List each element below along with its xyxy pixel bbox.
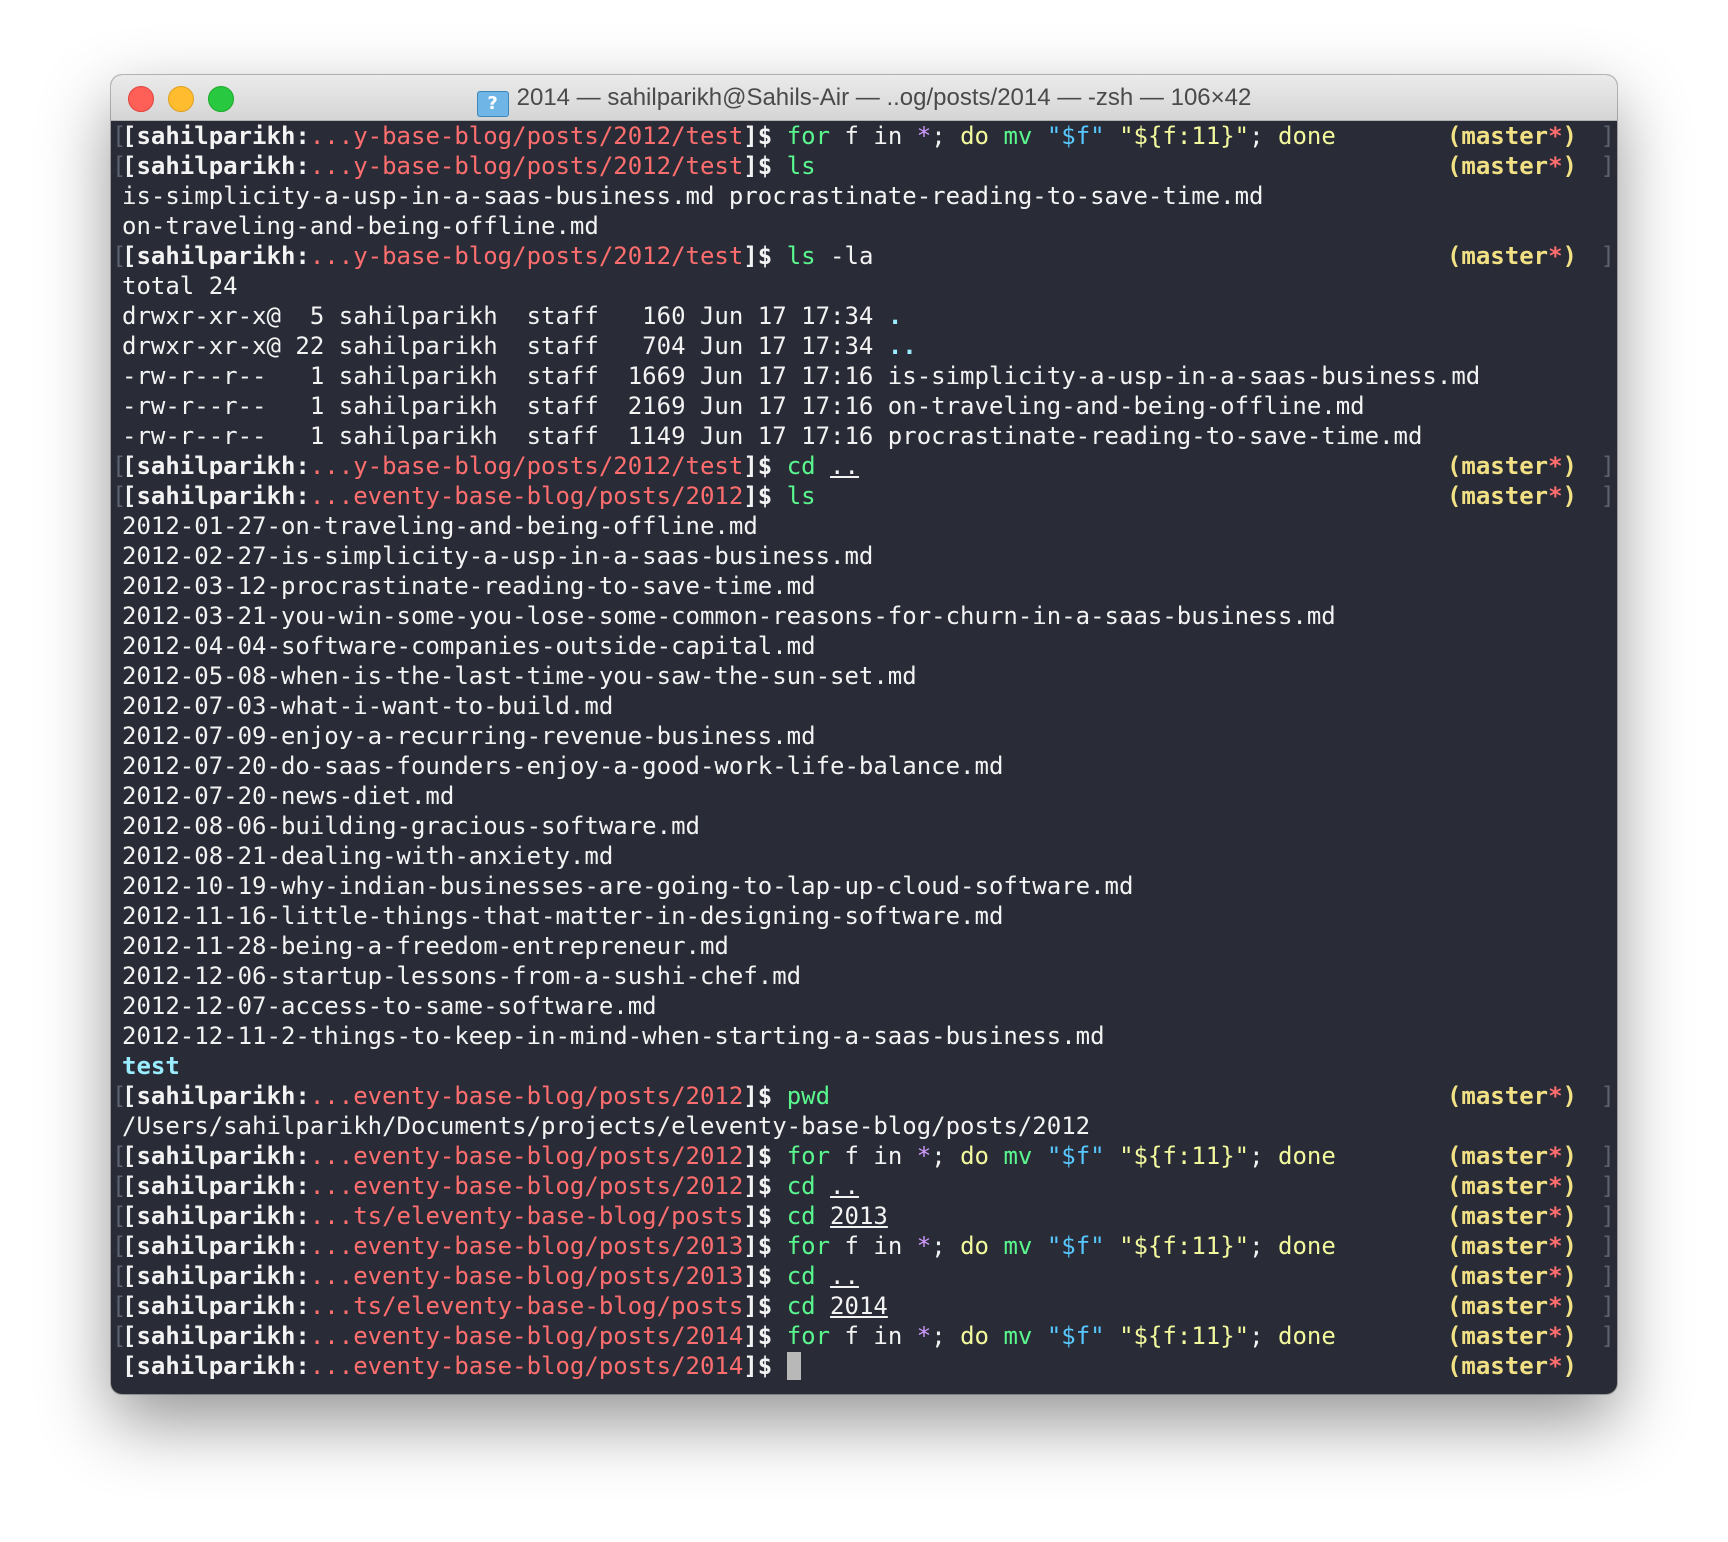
output-line: on-traveling-and-being-offline.md: [122, 212, 599, 240]
prompt-line: [ [sahilparikh:...y-base-blog/posts/2012…: [112, 152, 1615, 180]
file-line: 2012-10-19-why-indian-businesses-are-goi…: [122, 872, 1134, 900]
file-line: 2012-11-28-being-a-freedom-entrepreneur.…: [122, 932, 729, 960]
folder-icon: ?: [476, 91, 509, 117]
prompt-line: [ [sahilparikh:...eventy-base-blog/posts…: [112, 1232, 1615, 1260]
file-line: 2012-12-07-access-to-same-software.md: [122, 992, 657, 1020]
bracket-right: ]: [1600, 122, 1615, 150]
prompt-line: [ [sahilparikh:...eventy-base-blog/posts…: [112, 1082, 1615, 1110]
prompt-line: [ [sahilparikh:...ts/eleventy-base-blog/…: [112, 1292, 1615, 1320]
file-line: 2012-05-08-when-is-the-last-time-you-saw…: [122, 662, 917, 690]
git-status: (master*): [1446, 1322, 1577, 1350]
file-line: 2012-07-20-do-saas-founders-enjoy-a-good…: [122, 752, 1004, 780]
file-line: 2012-02-27-is-simplicity-a-usp-in-a-saas…: [122, 542, 874, 570]
file-line: 2012-08-21-dealing-with-anxiety.md: [122, 842, 614, 870]
current-prompt-line[interactable]: [sahilparikh:...eventy-base-blog/posts/2…: [111, 1351, 1617, 1381]
git-status: (master*): [1446, 1232, 1577, 1260]
directory-line: test: [122, 1052, 180, 1080]
prompt-line: [ [sahilparikh:...y-base-blog/posts/2012…: [112, 452, 1615, 480]
output-line: drwxr-xr-x@ 5 sahilparikh staff 160 Jun …: [122, 302, 903, 330]
file-line: 2012-01-27-on-traveling-and-being-offlin…: [122, 512, 758, 540]
file-line: 2012-07-20-news-diet.md: [122, 782, 455, 810]
window-title-text: 2014 — sahilparikh@Sahils-Air — ..og/pos…: [516, 84, 1252, 111]
git-status: (master*): [1446, 1292, 1577, 1320]
prompt-line: [ [sahilparikh:...eventy-base-blog/posts…: [112, 1322, 1615, 1350]
prompt-line: [ [sahilparikh:...eventy-base-blog/posts…: [112, 1262, 1615, 1290]
file-line: 2012-04-04-software-companies-outside-ca…: [122, 632, 816, 660]
terminal-content[interactable]: [ [sahilparikh:...y-base-blog/posts/2012…: [111, 121, 1617, 1394]
git-status: (master*): [1446, 242, 1577, 270]
text-cursor: [786, 1352, 801, 1380]
window-title: ? 2014 — sahilparikh@Sahils-Air — ..og/po…: [111, 75, 1617, 120]
output-line: /Users/sahilparikh/Documents/projects/el…: [122, 1112, 1091, 1140]
file-line: 2012-08-06-building-gracious-software.md: [122, 812, 700, 840]
title-bar[interactable]: ? 2014 — sahilparikh@Sahils-Air — ..og/po…: [111, 75, 1617, 121]
file-line: 2012-03-21-you-win-some-you-lose-some-co…: [122, 602, 1336, 630]
git-status: (master*): [1446, 1202, 1577, 1230]
file-line: 2012-11-16-little-things-that-matter-in-…: [122, 902, 1004, 930]
prompt-line: [ [sahilparikh:...eventy-base-blog/posts…: [112, 1172, 1615, 1200]
file-line: 2012-07-09-enjoy-a-recurring-revenue-bus…: [122, 722, 816, 750]
terminal-window: ? 2014 — sahilparikh@Sahils-Air — ..og/po…: [111, 75, 1617, 1394]
git-status: (master*): [1446, 1262, 1577, 1290]
file-line: 2012-12-06-startup-lessons-from-a-sushi-…: [122, 962, 802, 990]
output-line: -rw-r--r-- 1 sahilparikh staff 1149 Jun …: [122, 422, 1423, 450]
prompt-line: [ [sahilparikh:...y-base-blog/posts/2012…: [112, 242, 1615, 270]
output-line: total 24: [122, 272, 238, 300]
git-status: (master*): [1446, 1142, 1577, 1170]
git-status: (master*): [1446, 122, 1577, 150]
git-status: (master*): [1446, 1082, 1577, 1110]
output-line: -rw-r--r-- 1 sahilparikh staff 2169 Jun …: [122, 392, 1365, 420]
prompt-line: [ [sahilparikh:...y-base-blog/posts/2012…: [112, 122, 1615, 150]
output-line: is-simplicity-a-usp-in-a-saas-business.m…: [122, 182, 1264, 210]
git-status: (master*): [1446, 1352, 1577, 1380]
prompt-line: [ [sahilparikh:...eventy-base-blog/posts…: [112, 482, 1615, 510]
output-line: -rw-r--r-- 1 sahilparikh staff 1669 Jun …: [122, 362, 1481, 390]
prompt-line: [ [sahilparikh:...eventy-base-blog/posts…: [112, 1142, 1615, 1170]
file-line: 2012-12-11-2-things-to-keep-in-mind-when…: [122, 1022, 1105, 1050]
output-line: drwxr-xr-x@ 22 sahilparikh staff 704 Jun…: [122, 332, 917, 360]
prompt-line: [ [sahilparikh:...ts/eleventy-base-blog/…: [112, 1202, 1615, 1230]
file-line: 2012-07-03-what-i-want-to-build.md: [122, 692, 614, 720]
file-line: 2012-03-12-procrastinate-reading-to-save…: [122, 572, 816, 600]
git-status: (master*): [1446, 482, 1577, 510]
git-status: (master*): [1446, 1172, 1577, 1200]
git-status: (master*): [1446, 152, 1577, 180]
git-status: (master*): [1446, 452, 1577, 480]
